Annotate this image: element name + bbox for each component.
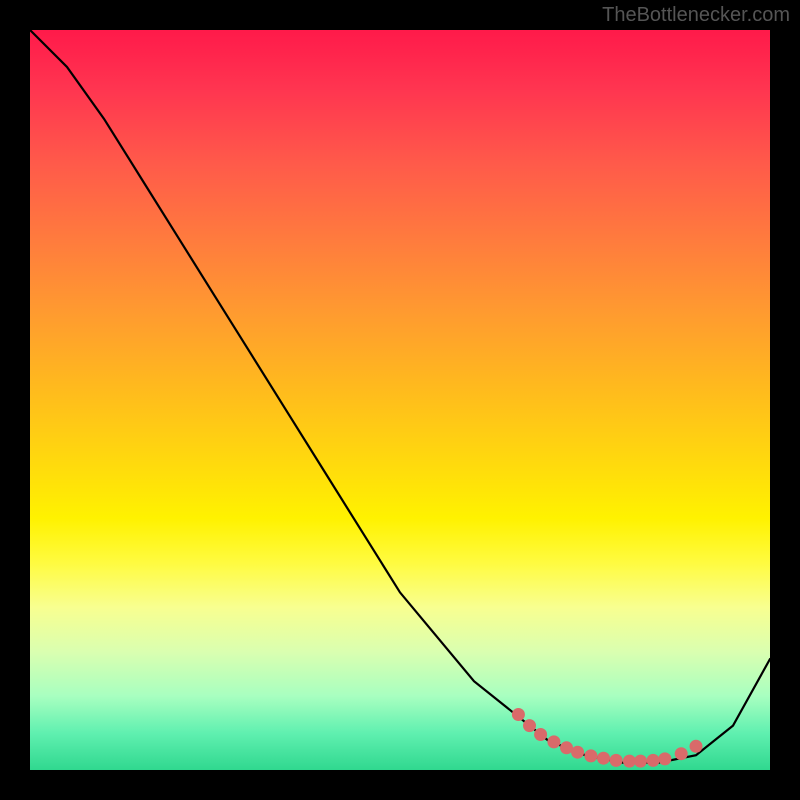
- marker-point: [571, 746, 584, 759]
- marker-point: [610, 754, 623, 767]
- marker-point: [547, 735, 560, 748]
- marker-point: [623, 755, 636, 768]
- attribution-text: TheBottlenecker.com: [602, 4, 790, 27]
- marker-point: [634, 755, 647, 768]
- chart-svg: [30, 30, 770, 770]
- marker-point: [512, 708, 525, 721]
- marker-point: [647, 754, 660, 767]
- marker-point: [597, 752, 610, 765]
- marker-point: [584, 749, 597, 762]
- marker-point: [675, 747, 688, 760]
- marker-point: [690, 740, 703, 753]
- plot-area: [30, 30, 770, 770]
- marker-point: [658, 752, 671, 765]
- marker-point: [523, 719, 536, 732]
- marker-point: [560, 741, 573, 754]
- marker-point: [534, 728, 547, 741]
- curve-line: [30, 30, 770, 763]
